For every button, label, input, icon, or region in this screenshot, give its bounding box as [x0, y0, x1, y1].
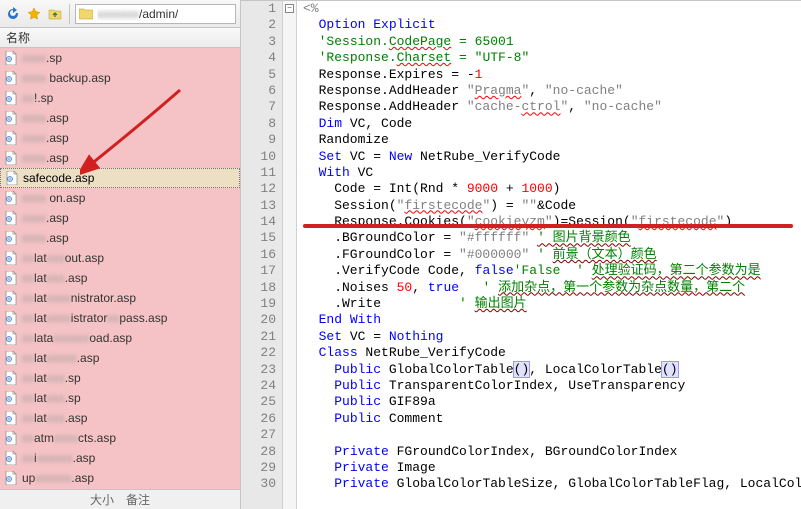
size-label: 大小 [90, 491, 114, 508]
refresh-icon[interactable] [4, 5, 22, 23]
code-line[interactable]: .Noises 50, true ' 添加杂点，第一个参数为杂点数量，第二个 [303, 280, 801, 296]
code-line[interactable]: Set VC = Nothing [303, 329, 801, 345]
column-header-name[interactable]: 名称 [0, 28, 240, 48]
code-line[interactable]: With VC [303, 165, 801, 181]
code-line[interactable]: Private FGroundColorIndex, BGroundColorI… [303, 444, 801, 460]
file-item[interactable]: xxxx.asp [0, 208, 240, 228]
path-text: xxxxxxx/admin/ [97, 7, 178, 21]
code-line[interactable]: Response.Cookies("cookieyzm")=Session("f… [303, 214, 801, 230]
file-item[interactable]: upxxxxxx.asp [0, 468, 240, 488]
code-line[interactable]: Class NetRube_VerifyCode [303, 345, 801, 361]
file-item[interactable]: xxatmxxxxcts.asp [0, 428, 240, 448]
folder-up-icon[interactable] [46, 5, 64, 23]
fold-toggle-icon[interactable]: − [285, 4, 294, 13]
status-bar: 大小 备注 [0, 489, 240, 509]
code-line[interactable]: End With [303, 312, 801, 328]
file-item[interactable]: xxlatxxx.asp [0, 408, 240, 428]
app-window: xxxxxxx/admin/ 名称 xxxx.spxxxx backup.asp… [0, 0, 801, 509]
file-item[interactable]: xx!.sp [0, 88, 240, 108]
explorer-toolbar: xxxxxxx/admin/ [0, 0, 240, 28]
file-item[interactable]: xxlatxxxxnistrator.asp [0, 288, 240, 308]
code-line[interactable]: <% [303, 1, 801, 17]
file-item[interactable]: xxixxxxxx.asp [0, 448, 240, 468]
file-item[interactable]: xxxx on.asp [0, 188, 240, 208]
code-editor[interactable]: 1234567891011121314151617181920212223242… [241, 0, 801, 509]
code-line[interactable]: Private Image [303, 460, 801, 476]
file-item[interactable]: xxxx.asp [0, 108, 240, 128]
file-item[interactable]: xxxx.asp [0, 148, 240, 168]
file-item[interactable]: xxxx.asp [0, 228, 240, 248]
note-label: 备注 [126, 491, 150, 508]
file-explorer-panel: xxxxxxx/admin/ 名称 xxxx.spxxxx backup.asp… [0, 0, 241, 509]
line-gutter: 1234567891011121314151617181920212223242… [241, 1, 283, 509]
code-line[interactable]: 'Response.Charset = "UTF-8" [303, 50, 801, 66]
file-list[interactable]: xxxx.spxxxx backup.aspxx!.spxxxx.aspxxxx… [0, 48, 240, 489]
code-line[interactable]: Response.Expires = -1 [303, 67, 801, 83]
annotation-underline [303, 224, 793, 228]
code-line[interactable]: Public Comment [303, 411, 801, 427]
file-item[interactable]: xxlatxxxxx.asp [0, 348, 240, 368]
file-item[interactable]: xxlatxxx.asp [0, 268, 240, 288]
code-line[interactable]: Option Explicit [303, 17, 801, 33]
code-line[interactable]: Public GlobalColorTable(), LocalColorTab… [303, 362, 801, 378]
code-line[interactable]: Code = Int(Rnd * 9000 + 1000) [303, 181, 801, 197]
code-line[interactable]: .BGroundColor = "#ffffff" ' 图片背景颜色 [303, 230, 801, 246]
file-item-selected[interactable]: safecode.asp [0, 168, 240, 188]
code-line[interactable]: Randomize [303, 132, 801, 148]
code-line[interactable]: Session("firstecode") = ""&Code [303, 198, 801, 214]
code-line[interactable]: Dim VC, Code [303, 116, 801, 132]
file-item[interactable]: xxlatxxxxistratorxxpass.asp [0, 308, 240, 328]
code-line[interactable]: .FGroundColor = "#000000" ' 前景（文本）颜色 [303, 247, 801, 263]
code-line[interactable]: Public GIF89a [303, 394, 801, 410]
file-item[interactable]: xxlataxxxxxxoad.asp [0, 328, 240, 348]
code-line[interactable]: Public TransparentColorIndex, UseTranspa… [303, 378, 801, 394]
star-icon[interactable] [25, 5, 43, 23]
code-line[interactable]: .Write ' 输出图片 [303, 296, 801, 312]
file-item[interactable]: xxlatxxx.sp [0, 388, 240, 408]
fold-column[interactable]: − [283, 1, 297, 509]
file-item[interactable]: xxxx.sp [0, 48, 240, 68]
code-line[interactable] [303, 427, 801, 443]
file-item[interactable]: xxxx.asp [0, 128, 240, 148]
code-line[interactable]: Response.AddHeader "cache-ctrol", "no-ca… [303, 99, 801, 115]
code-line[interactable]: Private GlobalColorTableSize, GlobalColo… [303, 476, 801, 492]
path-input[interactable]: xxxxxxx/admin/ [75, 4, 236, 24]
code-line[interactable]: .VerifyCode Code, false'False ' 处理验证码，第二… [303, 263, 801, 279]
file-item[interactable]: xxxx backup.asp [0, 68, 240, 88]
code-area[interactable]: <% Option Explicit 'Session.CodePage = 6… [297, 1, 801, 509]
code-line[interactable]: Response.AddHeader "Pragma", "no-cache" [303, 83, 801, 99]
file-item[interactable]: xxlatxxxout.asp [0, 248, 240, 268]
file-item[interactable]: xxlatxxx.sp [0, 368, 240, 388]
code-line[interactable]: 'Session.CodePage = 65001 [303, 34, 801, 50]
code-line[interactable]: Set VC = New NetRube_VerifyCode [303, 149, 801, 165]
